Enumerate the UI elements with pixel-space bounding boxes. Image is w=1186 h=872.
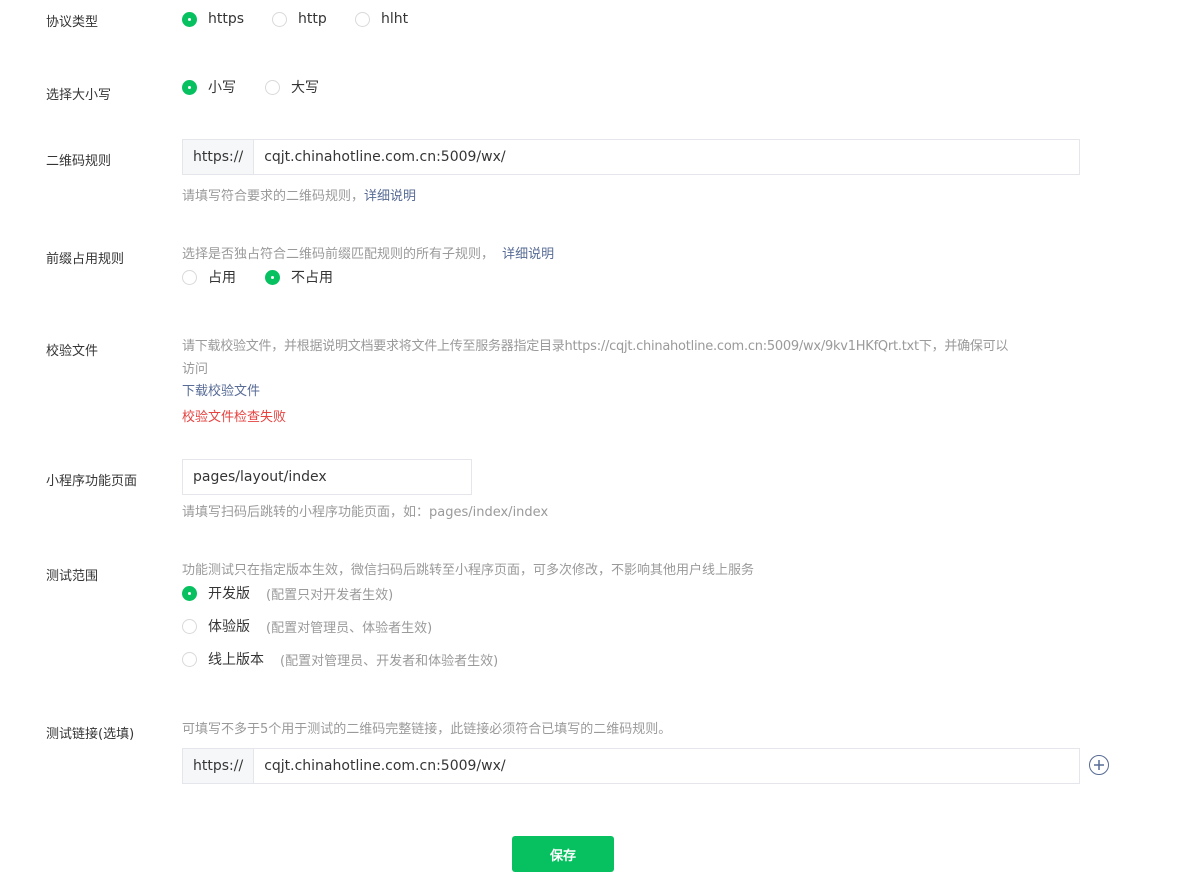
qr-rule-value: cqjt.chinahotline.com.cn:5009/wx/ — [264, 149, 506, 165]
radio-note: (配置对管理员、体验者生效) — [266, 620, 433, 636]
radio-label: 占用 — [208, 270, 236, 286]
verify-file-hint-line2: 访问 — [182, 362, 209, 377]
mini-page-value: pages/layout/index — [193, 469, 327, 485]
radio-unchecked-icon — [355, 11, 370, 27]
case-label: 选择大小写 — [46, 88, 112, 103]
radio-prefix-occupy[interactable]: 占用 — [182, 267, 236, 287]
mini-page-hint: 请填写扫码后跳转的小程序功能页面，如：pages/index/index — [182, 505, 549, 520]
add-link-button[interactable] — [1089, 755, 1109, 775]
radio-checked-icon — [182, 11, 197, 27]
radio-label: hlht — [381, 11, 409, 27]
radio-label: 线上版本 — [208, 652, 264, 668]
prefix-rule-hint: 选择是否独占符合二维码前缀匹配规则的所有子规则， 详细说明 — [182, 243, 554, 262]
radio-label: 体验版 — [208, 619, 250, 635]
save-button[interactable]: 保存 — [512, 836, 614, 872]
test-link-prefix: https:// — [183, 749, 255, 783]
radio-unchecked-icon — [182, 651, 197, 667]
radio-case-lower[interactable]: 小写 — [182, 77, 236, 97]
prefix-rule-label: 前缀占用规则 — [46, 252, 125, 267]
radio-scope-online[interactable]: 线上版本 (配置对管理员、开发者和体验者生效) — [182, 649, 498, 669]
radio-label: 开发版 — [208, 586, 250, 602]
radio-case-upper[interactable]: 大写 — [265, 77, 319, 97]
radio-unchecked-icon — [272, 11, 287, 27]
prefix-rule-detail-link[interactable]: 详细说明 — [502, 247, 554, 262]
test-scope-label: 测试范围 — [46, 569, 99, 584]
plus-icon — [1094, 760, 1104, 770]
radio-scope-trial[interactable]: 体验版 (配置对管理员、体验者生效) — [182, 616, 432, 636]
radio-checked-icon — [182, 79, 197, 95]
protocol-label: 协议类型 — [46, 15, 99, 30]
radio-unchecked-icon — [182, 618, 197, 634]
radio-label: 不占用 — [291, 270, 333, 286]
radio-label: 大写 — [291, 80, 319, 96]
radio-checked-icon — [182, 585, 197, 601]
radio-checked-icon — [265, 269, 280, 285]
radio-scope-dev[interactable]: 开发版 (配置只对开发者生效) — [182, 583, 393, 603]
radio-label: http — [298, 11, 327, 27]
radio-protocol-https[interactable]: https — [182, 11, 244, 27]
mini-page-input[interactable]: pages/layout/index — [182, 459, 472, 495]
test-link-label: 测试链接(选填) — [46, 727, 135, 742]
qr-rule-prefix: https:// — [183, 140, 255, 174]
radio-note: (配置只对开发者生效) — [266, 587, 394, 603]
radio-protocol-hlht[interactable]: hlht — [355, 11, 408, 27]
qr-rule-label: 二维码规则 — [46, 154, 112, 169]
qr-rule-input[interactable]: https:// cqjt.chinahotline.com.cn:5009/w… — [182, 139, 1080, 175]
qr-rule-detail-link[interactable]: 详细说明 — [364, 189, 416, 204]
qr-rule-hint: 请填写符合要求的二维码规则，详细说明 — [182, 185, 416, 204]
radio-prefix-not-occupy[interactable]: 不占用 — [265, 267, 333, 287]
radio-unchecked-icon — [265, 79, 280, 95]
test-scope-hint: 功能测试只在指定版本生效，微信扫码后跳转至小程序页面，可多次修改，不影响其他用户… — [182, 563, 755, 578]
verify-file-label: 校验文件 — [46, 344, 99, 359]
radio-unchecked-icon — [182, 269, 197, 285]
radio-label: https — [208, 11, 245, 27]
test-link-value: cqjt.chinahotline.com.cn:5009/wx/ — [264, 758, 506, 774]
test-link-input[interactable]: https:// cqjt.chinahotline.com.cn:5009/w… — [182, 748, 1080, 784]
mini-page-label: 小程序功能页面 — [46, 474, 138, 489]
radio-note: (配置对管理员、开发者和体验者生效) — [280, 653, 499, 669]
radio-protocol-http[interactable]: http — [272, 11, 327, 27]
qr-rule-hint-text: 请填写符合要求的二维码规则， — [182, 189, 365, 204]
test-link-hint: 可填写不多于5个用于测试的二维码完整链接，此链接必须符合已填写的二维码规则。 — [182, 722, 672, 737]
radio-label: 小写 — [208, 80, 236, 96]
prefix-rule-hint-text: 选择是否独占符合二维码前缀匹配规则的所有子规则， — [182, 247, 495, 262]
verify-file-error: 校验文件检查失败 — [182, 410, 287, 425]
verify-file-hint-line1: 请下载校验文件，并根据说明文档要求将文件上传至服务器指定目录https://cq… — [182, 339, 1009, 354]
download-verify-file-link[interactable]: 下载校验文件 — [182, 380, 260, 399]
